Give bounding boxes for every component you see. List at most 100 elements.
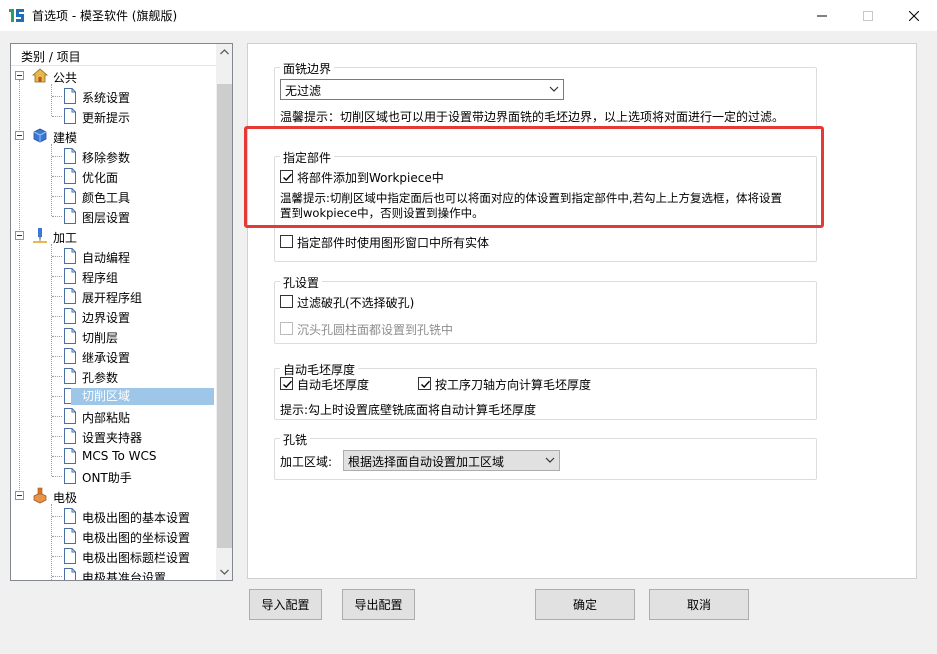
ok-button[interactable]: 确定 (535, 589, 635, 620)
hole-settings-group: 孔设置 过滤破孔(不选择破孔) 沉头孔圆柱面都设置到孔铣中 (274, 274, 817, 344)
tree-item-label: 移除参数 (82, 151, 131, 165)
tree-item-label: 程序组 (82, 271, 119, 285)
tree-item-expand-program-group[interactable]: 展开程序组 (11, 286, 216, 306)
by-tool-axis-label: 按工序刀轴方向计算毛坯厚度 (435, 378, 592, 392)
document-icon (63, 448, 77, 464)
tree-item-cut-levels[interactable]: 切削层 (11, 326, 216, 346)
tree-item-ont-assistant[interactable]: ONT助手 (11, 466, 216, 486)
tree-header: 类别 / 项目 (11, 44, 216, 66)
tree-item-internal-paste[interactable]: 内部粘贴 (11, 406, 216, 426)
tree-item-inherit-settings[interactable]: 继承设置 (11, 346, 216, 366)
auto-blank-thickness-checkbox[interactable] (280, 377, 293, 390)
tree-item-electrode-datum[interactable]: 电极基准台设置 (11, 566, 216, 580)
settings-panel: 面铣边界 无过滤 温馨提示：切削区域也可以用于设置带边界面铣的毛坯边界，以上选项… (247, 43, 917, 579)
document-icon (63, 428, 77, 444)
tree-item-electrode-basic[interactable]: 电极出图的基本设置 (11, 506, 216, 526)
tree-item-label: 展开程序组 (82, 291, 143, 305)
use-all-bodies-checkbox[interactable] (280, 235, 293, 248)
export-config-button[interactable]: 导出配置 (342, 589, 415, 620)
tree-item-update-tips[interactable]: 更新提示 (11, 106, 216, 126)
document-icon (63, 88, 77, 104)
category-tree[interactable]: 类别 / 项目 公共 系统设置 更新提示 建模 移除参数 优化面 颜色工具 图层… (10, 43, 233, 581)
button-label: 导入配置 (261, 598, 310, 612)
collapse-icon[interactable] (15, 491, 24, 500)
scroll-thumb[interactable] (217, 84, 232, 548)
document-icon (63, 508, 77, 524)
document-icon (63, 328, 77, 344)
group-title: 孔铣 (280, 431, 311, 448)
machining-tool-icon (31, 227, 49, 244)
document-icon (63, 308, 77, 324)
tree-item-color-tools[interactable]: 颜色工具 (11, 186, 216, 206)
collapse-icon[interactable] (15, 131, 24, 140)
tree-item-label: 切削层 (82, 331, 119, 345)
minimize-button[interactable] (799, 0, 845, 31)
tree-item-auto-programming[interactable]: 自动编程 (11, 246, 216, 266)
group-title: 孔设置 (280, 274, 323, 291)
tree-item-hole-params[interactable]: 孔参数 (11, 366, 216, 386)
maximize-button[interactable] (845, 0, 891, 31)
tree-item-label: 更新提示 (82, 111, 131, 125)
tree-item-label: 自动编程 (82, 251, 131, 265)
machining-area-dropdown[interactable]: 根据选择面自动设置加工区域 (343, 450, 560, 471)
document-icon (63, 288, 77, 304)
tree-item-label: 内部粘贴 (82, 411, 131, 425)
tree-category-modeling[interactable]: 建模 (11, 126, 216, 146)
tree-item-program-group[interactable]: 程序组 (11, 266, 216, 286)
tree-category-machining[interactable]: 加工 (11, 226, 216, 246)
title-bar: 首选项 - 模圣软件 (旗舰版) (0, 0, 937, 31)
tree-header-label: 类别 / 项目 (21, 50, 81, 64)
document-icon (63, 208, 77, 224)
document-icon (63, 108, 77, 124)
app-logo-icon (8, 7, 26, 24)
tree-item-label: 优化面 (82, 171, 119, 185)
boundary-tip-text: 温馨提示：切削区域也可以用于设置带边界面铣的毛坯边界，以上选项将对面进行一定的过… (280, 110, 785, 124)
button-label: 确定 (572, 598, 597, 612)
dropdown-value: 根据选择面自动设置加工区域 (348, 455, 505, 469)
scroll-up-icon[interactable] (216, 44, 232, 61)
document-icon (63, 528, 77, 544)
tree-category-common[interactable]: 公共 (11, 66, 216, 86)
tree-item-optimize-face[interactable]: 优化面 (11, 166, 216, 186)
filter-broken-holes-checkbox[interactable] (280, 295, 293, 308)
tree-item-remove-params[interactable]: 移除参数 (11, 146, 216, 166)
document-icon (63, 148, 77, 164)
by-tool-axis-checkbox[interactable] (418, 377, 431, 390)
tree-item-label: 设置夹持器 (82, 431, 143, 445)
document-icon (63, 468, 77, 484)
tree-item-label: MCS To WCS (82, 449, 157, 463)
scroll-down-icon[interactable] (216, 563, 232, 580)
import-config-button[interactable]: 导入配置 (249, 589, 322, 620)
tree-scrollbar[interactable] (216, 44, 232, 580)
tree-item-label: 图层设置 (82, 211, 131, 225)
document-icon (63, 408, 77, 424)
tree-item-system-settings[interactable]: 系统设置 (11, 86, 216, 106)
house-icon (31, 67, 49, 84)
tree-category-label: 公共 (53, 71, 78, 85)
document-icon (63, 248, 77, 264)
tree-item-electrode-coordinate[interactable]: 电极出图的坐标设置 (11, 526, 216, 546)
tree-item-boundary-settings[interactable]: 边界设置 (11, 306, 216, 326)
tree-item-label: 颜色工具 (82, 191, 131, 205)
tree-item-label: 继承设置 (82, 351, 131, 365)
tree-item-mcs-to-wcs[interactable]: MCS To WCS (11, 446, 216, 466)
chevron-down-icon (549, 86, 559, 92)
collapse-icon[interactable] (15, 231, 24, 240)
auto-blank-thickness-group: 自动毛坯厚度 自动毛坯厚度 按工序刀轴方向计算毛坯厚度 提示:勾上时设置底壁铣底… (274, 361, 817, 420)
tree-category-electrode[interactable]: 电极 (11, 486, 216, 506)
tree-item-cut-area[interactable]: 切削区域 (11, 386, 216, 406)
boundary-filter-dropdown[interactable]: 无过滤 (280, 79, 564, 100)
group-title: 面铣边界 (280, 60, 335, 77)
close-button[interactable] (891, 0, 937, 31)
highlight-box (244, 126, 824, 228)
button-label: 取消 (686, 598, 711, 612)
tree-item-electrode-titlebar[interactable]: 电极出图标题栏设置 (11, 546, 216, 566)
cancel-button[interactable]: 取消 (649, 589, 749, 620)
tree-item-set-holder[interactable]: 设置夹持器 (11, 426, 216, 446)
tree-category-label: 加工 (53, 231, 78, 245)
filter-broken-holes-label: 过滤破孔(不选择破孔) (297, 296, 415, 310)
tree-item-label: 孔参数 (82, 371, 119, 385)
window-title: 首选项 - 模圣软件 (旗舰版) (32, 9, 178, 23)
collapse-icon[interactable] (15, 71, 24, 80)
tree-item-layer-settings[interactable]: 图层设置 (11, 206, 216, 226)
